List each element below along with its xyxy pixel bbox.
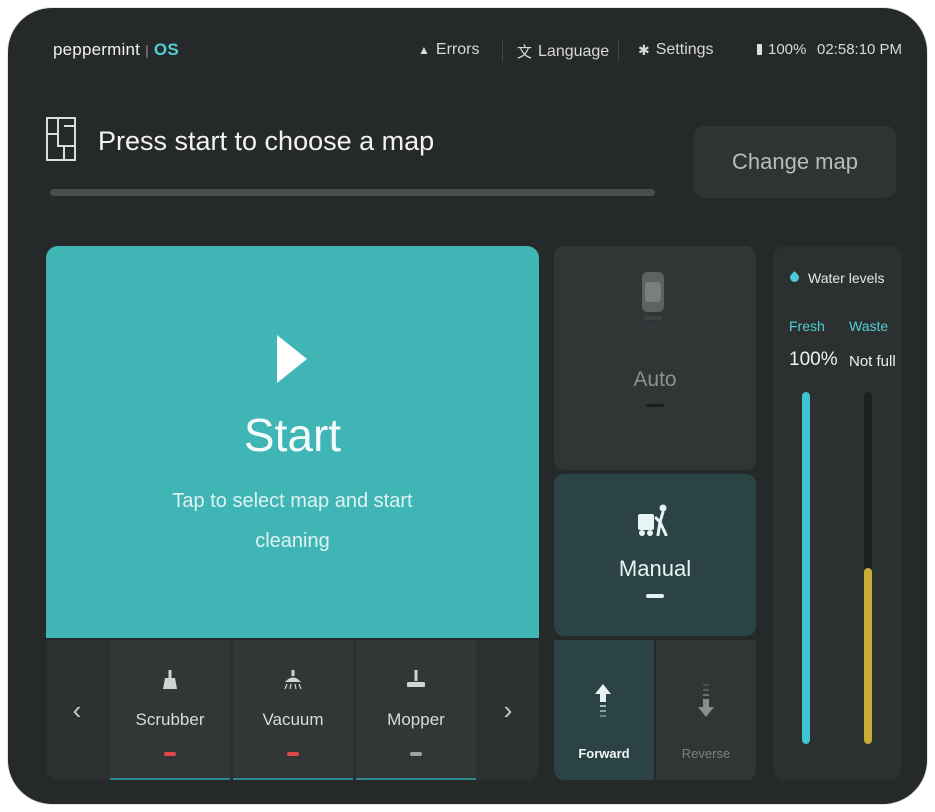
language-label: Language [538, 42, 610, 60]
tool-label: Scrubber [135, 710, 205, 729]
status-indicator [164, 752, 176, 756]
status-indicator [287, 752, 299, 756]
topbar-divider [502, 40, 503, 62]
brand-name: peppermint [53, 40, 141, 59]
fresh-label: Fresh [789, 318, 825, 334]
start-subtitle: Tap to select map and start cleaning [172, 490, 413, 552]
status-indicator [410, 752, 422, 756]
water-levels-title: Water levels [808, 270, 885, 286]
warning-icon: ▲ [418, 43, 430, 57]
chevron-left-icon: ‹ [72, 694, 82, 725]
floor-map-icon [46, 117, 76, 161]
tool-underline [110, 778, 230, 780]
play-icon [277, 335, 307, 383]
settings-button[interactable]: ✱ Settings [638, 41, 714, 59]
robot-auto-icon [642, 272, 664, 328]
chevron-right-icon: › [503, 694, 513, 725]
battery-percent: 100% [768, 41, 807, 58]
translate-icon: 文 [517, 44, 533, 61]
reverse-label: Reverse [681, 746, 731, 761]
settings-label: Settings [655, 41, 714, 58]
clock: 02:58:10 PM [817, 41, 903, 58]
tablet-screen: peppermint | OS ▲ Errors 文 Language ✱ Sett… [8, 8, 927, 804]
page-title: Press start to choose a map [98, 126, 435, 156]
tool-selector: ‹ Scrubber Vacuum Mopper › [46, 640, 539, 780]
brush-icon [161, 670, 179, 695]
mode-auto-indicator [646, 404, 664, 407]
arrow-down-icon [698, 684, 714, 717]
errors-label: Errors [435, 41, 480, 58]
tool-scrubber[interactable]: Scrubber [110, 640, 230, 780]
language-button[interactable]: 文 Language [517, 41, 609, 62]
brand-os: OS [153, 40, 179, 59]
waste-water-bar [864, 392, 872, 744]
forward-label: Forward [578, 746, 630, 761]
battery-status: 100% [757, 41, 806, 58]
waste-water-fill [864, 568, 872, 744]
tools-next-button[interactable]: › [477, 640, 539, 780]
fresh-water-fill [802, 392, 810, 744]
mode-manual-button[interactable]: Manual [554, 474, 756, 636]
fresh-water-bar [802, 392, 810, 744]
fresh-value: 100% [789, 349, 838, 370]
arrow-up-icon [595, 684, 611, 717]
brand-logo: peppermint | OS [53, 40, 179, 60]
battery-icon [757, 44, 762, 55]
mode-manual-indicator [646, 594, 664, 598]
forward-button[interactable]: Forward [554, 640, 654, 780]
water-drop-icon [788, 271, 801, 284]
brand-separator: | [145, 42, 149, 58]
reverse-button[interactable]: Reverse [656, 640, 756, 780]
mode-auto-button[interactable]: Auto [554, 246, 756, 470]
errors-button[interactable]: ▲ Errors [418, 41, 479, 59]
tool-underline [233, 778, 353, 780]
push-machine-icon [638, 504, 668, 536]
water-levels-panel: Water levels Fresh Waste 100% Not full [773, 246, 901, 780]
change-map-button[interactable]: Change map [694, 126, 896, 198]
map-progress-bar [50, 189, 655, 196]
tool-underline [356, 778, 476, 780]
tool-mopper[interactable]: Mopper [356, 640, 476, 780]
tools-prev-button[interactable]: ‹ [46, 640, 108, 780]
start-label: Start [243, 409, 342, 461]
tool-label: Vacuum [262, 710, 324, 729]
waste-value: Not full [849, 353, 896, 370]
tool-label: Mopper [387, 710, 445, 729]
vacuum-icon [282, 670, 304, 695]
mop-icon [406, 670, 426, 695]
gear-icon: ✱ [638, 41, 650, 58]
tool-vacuum[interactable]: Vacuum [233, 640, 353, 780]
start-button[interactable]: Start Tap to select map and start cleani… [46, 246, 539, 638]
mode-auto-label: Auto [633, 368, 677, 391]
mode-manual-label: Manual [618, 556, 692, 581]
topbar-divider [618, 40, 619, 62]
waste-label: Waste [849, 318, 889, 334]
